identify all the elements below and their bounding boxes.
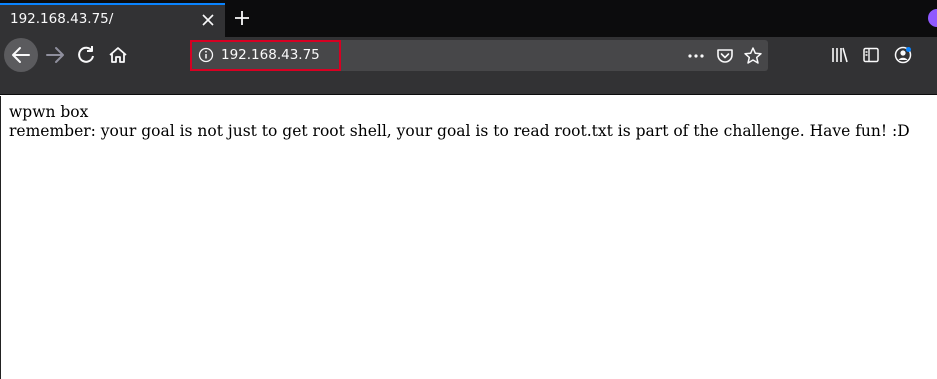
page-heading: wpwn box	[9, 103, 89, 121]
forward-button[interactable]	[40, 39, 72, 71]
reload-button[interactable]	[70, 39, 102, 71]
nav-toolbar: 192.168.43.75	[0, 37, 937, 95]
tab-active[interactable]: 192.168.43.75/	[0, 3, 225, 37]
tab-strip: 192.168.43.75/	[0, 0, 937, 37]
pocket-icon[interactable]	[715, 46, 735, 66]
viewport-edge	[0, 96, 1, 379]
tab-title: 192.168.43.75/	[10, 11, 114, 27]
url-bar[interactable]: 192.168.43.75	[190, 40, 768, 71]
url-text[interactable]: 192.168.43.75	[221, 47, 320, 63]
close-icon[interactable]	[199, 11, 217, 29]
sidebar-icon[interactable]	[861, 45, 881, 65]
arrow-right-icon	[46, 47, 64, 63]
reload-icon	[78, 46, 94, 63]
page-message: remember: your goal is not just to get r…	[9, 122, 910, 140]
library-icon[interactable]	[830, 45, 850, 65]
plus-icon[interactable]	[232, 8, 252, 28]
home-icon	[109, 47, 127, 63]
tab-accent-line	[0, 3, 225, 5]
home-button[interactable]	[102, 39, 134, 71]
extension-badge-icon[interactable]	[928, 9, 937, 27]
more-horizontal-icon[interactable]	[686, 46, 706, 66]
back-button[interactable]	[4, 38, 38, 72]
account-icon[interactable]	[893, 45, 913, 65]
page-body: wpwn box remember: your goal is not just…	[9, 103, 910, 141]
arrow-left-icon	[12, 47, 30, 63]
star-icon[interactable]	[743, 46, 763, 66]
info-icon[interactable]	[198, 47, 214, 63]
